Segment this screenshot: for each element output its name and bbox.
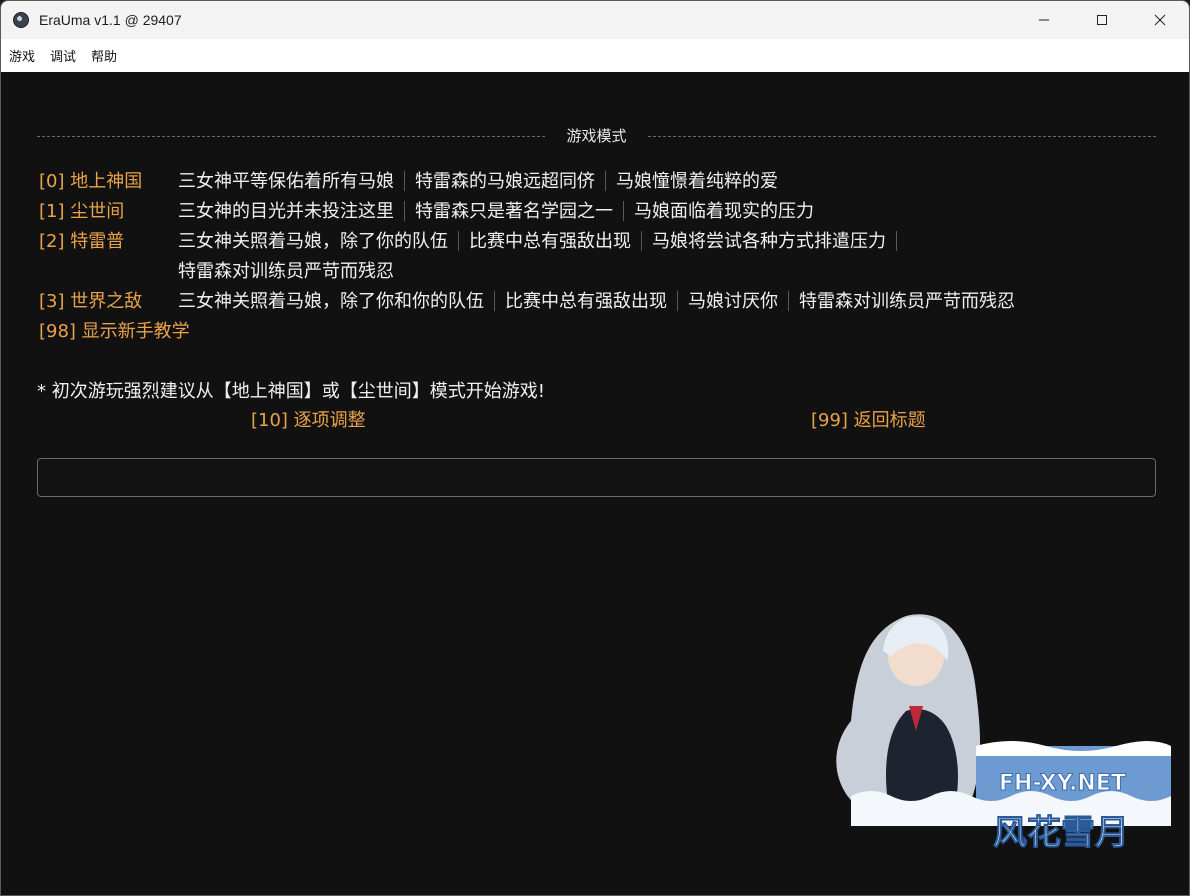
separator [896,231,897,251]
mode-option-2[interactable]: [2] 特雷普 [39,227,124,257]
separator [458,231,459,251]
mode-desc-text: 三女神关照着马娘，除了你的队伍 [178,231,448,252]
mode-desc-0: 三女神平等保佑着所有马娘 特雷森的马娘远超同侪 马娘憧憬着纯粹的爱 [178,167,778,197]
separator [623,201,624,221]
separator [494,291,495,311]
mode-desc-text: 三女神平等保佑着所有马娘 [178,171,394,192]
menu-bar: 游戏 调试 帮助 [1,39,1189,72]
mode-desc-3: 三女神关照着马娘，除了你和你的队伍 比赛中总有强敌出现 马娘讨厌你 特雷森对训练员严苛… [178,287,1015,317]
app-icon [13,12,29,28]
divider-right [648,136,1156,137]
divider-left [37,136,545,137]
maximize-button[interactable] [1073,1,1131,39]
window-controls [1015,1,1189,39]
mode-option-1[interactable]: [1] 尘世间 [39,197,124,227]
watermark-name: 风花雪月 [993,813,1130,854]
mode-desc-text: 马娘憧憬着纯粹的爱 [616,171,778,192]
watermark-site: FH-XY.NET [999,771,1127,797]
mode-option-3[interactable]: [3] 世界之敌 [39,287,142,317]
mode-desc-text: 特雷森只是著名学园之一 [415,201,613,222]
mode-desc-2: 三女神关照着马娘，除了你的队伍 比赛中总有强敌出现 马娘将尝试各种方式排遣压力 [178,227,907,257]
separator [677,291,678,311]
separator [605,171,606,191]
close-icon [1154,14,1166,26]
section-title: 游戏模式 [566,127,627,145]
mode-desc-text: 马娘面临着现实的压力 [634,201,814,222]
menu-game[interactable]: 游戏 [9,46,35,65]
tutorial-option[interactable]: [98] 显示新手教学 [39,317,190,347]
title-bar: EraUma v1.1 @ 29407 [1,1,1189,39]
app-window: EraUma v1.1 @ 29407 游戏 调试 帮助 游戏模式 [0] 地上… [0,0,1190,896]
adjust-option[interactable]: [10] 逐项调整 [251,406,366,436]
recommendation-note: * 初次游玩强烈建议从【地上神国】或【尘世间】模式开始游戏! [37,381,545,402]
mode-desc-text: 比赛中总有强敌出现 [469,231,631,252]
close-button[interactable] [1131,1,1189,39]
section-header: 游戏模式 [37,122,1156,150]
menu-help[interactable]: 帮助 [91,46,117,65]
mode-desc-text: 特雷森对训练员严苛而残忍 [799,291,1015,312]
separator [404,201,405,221]
window-title: EraUma v1.1 @ 29407 [39,12,182,28]
mode-option-0[interactable]: [0] 地上神国 [39,167,142,197]
maximize-icon [1097,15,1107,25]
mode-desc-text: 比赛中总有强敌出现 [505,291,667,312]
minimize-icon [1039,19,1049,21]
mode-desc-2-line2: 特雷森对训练员严苛而残忍 [178,261,394,282]
mode-desc-1: 三女神的目光并未投注这里 特雷森只是著名学园之一 马娘面临着现实的压力 [178,197,814,227]
back-to-title-option[interactable]: [99] 返回标题 [811,406,926,436]
separator [641,231,642,251]
separator [404,171,405,191]
separator [788,291,789,311]
mode-desc-text: 三女神关照着马娘，除了你和你的队伍 [178,291,484,312]
minimize-button[interactable] [1015,1,1073,39]
mode-desc-text: 三女神的目光并未投注这里 [178,201,394,222]
command-input[interactable] [37,458,1156,497]
mode-desc-text: 马娘将尝试各种方式排遣压力 [652,231,886,252]
mode-desc-text: 马娘讨厌你 [688,291,778,312]
menu-debug[interactable]: 调试 [50,46,76,65]
mode-desc-text: 特雷森的马娘远超同侪 [415,171,595,192]
